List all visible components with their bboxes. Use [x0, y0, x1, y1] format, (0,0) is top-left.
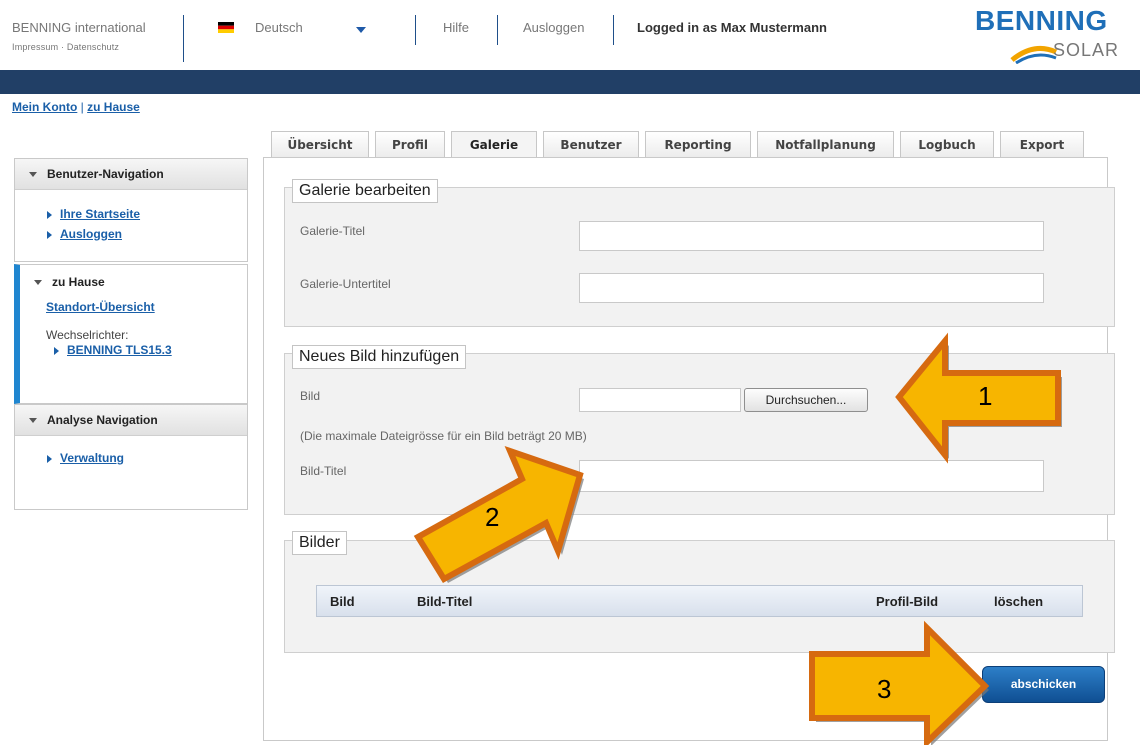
sun-swoosh-icon — [1010, 45, 1058, 64]
header-divider — [497, 15, 498, 45]
analysis-navigation-header[interactable]: Analyse Navigation — [15, 405, 247, 436]
arrow-right-icon — [47, 210, 52, 219]
gallery-edit-fieldset — [284, 187, 1115, 327]
arrow-right-icon — [47, 454, 52, 463]
arrow-right-icon — [54, 346, 59, 355]
breadcrumb-my-account[interactable]: Mein Konto — [12, 100, 77, 114]
collapse-icon — [34, 280, 42, 286]
column-header-delete: löschen — [994, 594, 1044, 609]
home-header[interactable]: zu Hause — [20, 265, 247, 299]
breadcrumb: Mein Konto | zu Hause — [12, 100, 140, 114]
callout-number-1: 1 — [978, 381, 993, 411]
home-panel: zu Hause Standort-Übersicht Wechselricht… — [14, 264, 248, 404]
inverter-label: Wechselrichter: — [46, 328, 129, 342]
legal-links[interactable]: Impressum · Datenschutz — [12, 42, 119, 52]
sidebar-item-startpage[interactable]: Ihre Startseite — [47, 204, 247, 224]
header-divider — [613, 15, 614, 45]
analysis-navigation-panel: Analyse Navigation Verwaltung — [14, 404, 248, 510]
logo-text: BENNING — [975, 5, 1108, 36]
submit-button[interactable]: abschicken — [982, 666, 1105, 703]
logged-in-user: Logged in as Max Mustermann — [637, 20, 827, 35]
column-header-profile-image: Profil-Bild — [876, 594, 939, 609]
header-divider — [183, 15, 184, 62]
breadcrumb-separator: | — [80, 100, 84, 114]
image-label: Bild — [300, 389, 321, 403]
tab-gallery[interactable]: Galerie — [451, 131, 537, 160]
tab-logbook[interactable]: Logbuch — [900, 131, 994, 157]
logout-link[interactable]: Ausloggen — [523, 20, 584, 35]
tab-overview[interactable]: Übersicht — [271, 131, 369, 157]
breadcrumb-home[interactable]: zu Hause — [87, 100, 140, 114]
callout-number-3: 3 — [877, 674, 892, 704]
help-link[interactable]: Hilfe — [443, 20, 469, 35]
gallery-title-input[interactable] — [579, 221, 1044, 251]
german-flag-icon — [218, 22, 234, 33]
user-navigation-header[interactable]: Benutzer-Navigation — [15, 159, 247, 190]
images-legend: Bilder — [292, 531, 347, 555]
gallery-subtitle-label: Galerie-Untertitel — [300, 277, 391, 291]
gallery-title-label: Galerie-Titel — [300, 224, 365, 238]
language-select[interactable]: Deutsch — [255, 20, 303, 35]
images-table-header: Bild Bild-Titel Profil-Bild löschen — [316, 585, 1083, 617]
sidebar-item-inverter[interactable]: BENNING TLS15.3 — [46, 342, 247, 357]
column-header-image-title: Bild-Titel — [417, 594, 473, 609]
callout-arrow-2 — [413, 445, 584, 584]
tab-export[interactable]: Export — [1000, 131, 1084, 157]
sidebar-item-logout[interactable]: Ausloggen — [47, 224, 247, 244]
browse-button[interactable]: Durchsuchen... — [744, 388, 868, 412]
new-image-legend: Neues Bild hinzufügen — [292, 345, 467, 369]
tab-reporting[interactable]: Reporting — [645, 131, 751, 157]
image-file-input[interactable] — [579, 388, 741, 412]
company-name: BENNING international — [12, 20, 146, 35]
site-overview-link[interactable]: Standort-Übersicht — [46, 300, 155, 314]
tab-profile[interactable]: Profil — [375, 131, 445, 157]
gallery-subtitle-input[interactable] — [579, 273, 1044, 303]
tab-users[interactable]: Benutzer — [543, 131, 639, 157]
gallery-edit-legend: Galerie bearbeiten — [292, 179, 438, 203]
collapse-icon — [29, 172, 37, 178]
image-title-label: Bild-Titel — [300, 464, 347, 478]
header-divider — [415, 15, 416, 45]
callout-number-2: 2 — [485, 502, 500, 532]
callout-arrow-3 — [809, 620, 990, 745]
header-banner — [0, 70, 1140, 94]
column-header-image: Bild — [330, 594, 355, 609]
collapse-icon — [29, 418, 37, 424]
tab-emergency-planning[interactable]: Notfallplanung — [757, 131, 894, 157]
logo-subtext: SOLAR — [1053, 40, 1120, 60]
sidebar-item-administration[interactable]: Verwaltung — [47, 450, 247, 465]
chevron-down-icon[interactable] — [356, 27, 366, 33]
max-size-note: (Die maximale Dateigrösse für ein Bild b… — [300, 429, 587, 443]
arrow-right-icon — [47, 230, 52, 239]
user-navigation-panel: Benutzer-Navigation Ihre Startseite Ausl… — [14, 158, 248, 262]
